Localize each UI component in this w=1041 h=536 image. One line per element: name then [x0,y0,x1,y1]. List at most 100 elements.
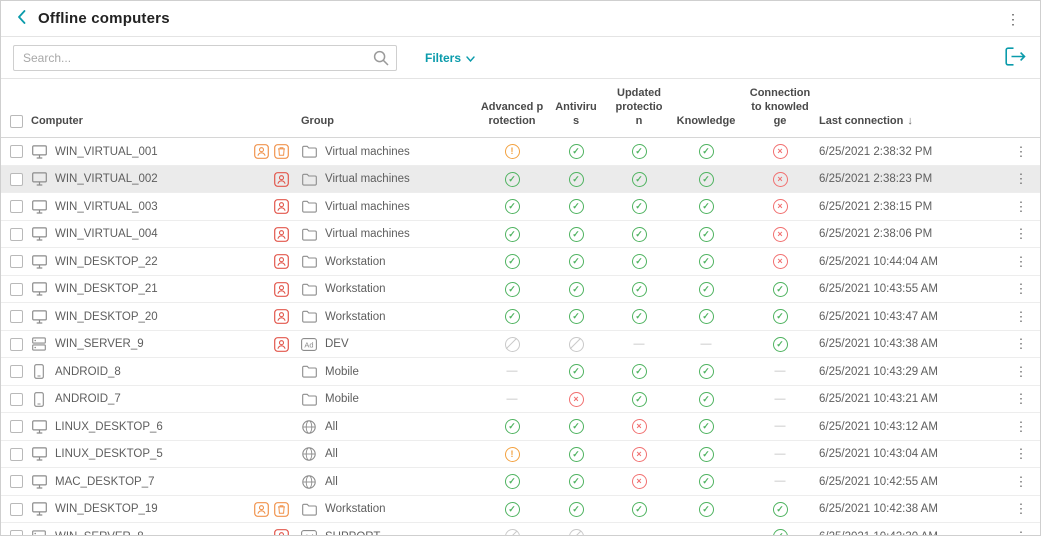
group-name: Virtual machines [325,146,410,158]
kebab-vertical-icon: ⋮ [1015,254,1028,269]
table-row[interactable]: WIN_VIRTUAL_001 Virtual machines ! ✓ ✓ ✓… [1,138,1040,166]
table-row[interactable]: WIN_DESKTOP_21 Workstation ✓ ✓ ✓ ✓ ✓ 6/2… [1,276,1040,304]
row-checkbox[interactable] [10,228,23,241]
column-header-computer[interactable]: Computer [31,115,301,129]
row-menu-button[interactable]: ⋮ [1010,389,1033,409]
row-menu-button[interactable]: ⋮ [1010,279,1033,299]
row-menu-button[interactable]: ⋮ [1010,334,1033,354]
status-ok-icon: ✓ [773,282,788,297]
group-name: DEV [325,338,349,350]
column-header-connection[interactable]: Connection to knowledge [741,87,819,128]
connection-status: — [741,476,819,487]
table-row[interactable]: WIN_VIRTUAL_003 Virtual machines ✓ ✓ ✓ ✓… [1,193,1040,221]
row-menu-button[interactable]: ⋮ [1010,527,1033,536]
antivirus-status: ✓ [545,474,607,489]
row-checkbox[interactable] [10,145,23,158]
status-none-dash: — [507,394,518,405]
row-menu-button[interactable]: ⋮ [1010,252,1033,272]
computer-name: ANDROID_7 [55,393,121,405]
connection-status: ✓ [741,502,819,517]
page-menu-button[interactable]: ⋮ [1000,10,1026,28]
badge-list [274,282,289,297]
row-menu-button[interactable]: ⋮ [1010,362,1033,382]
search-input[interactable] [13,45,397,71]
table-row[interactable]: WIN_SERVER_8 Ad SUPPORT — — ✓ 6/25/2021 … [1,523,1040,536]
table-row[interactable]: WIN_VIRTUAL_004 Virtual machines ✓ ✓ ✓ ✓… [1,221,1040,249]
row-checkbox[interactable] [10,393,23,406]
row-menu-button[interactable]: ⋮ [1010,224,1033,244]
filters-button[interactable]: Filters [425,51,475,65]
status-none-dash: — [775,421,786,432]
status-error-icon: × [632,474,647,489]
row-checkbox[interactable] [10,200,23,213]
row-checkbox[interactable] [10,475,23,488]
row-menu-button[interactable]: ⋮ [1010,444,1033,464]
table-row[interactable]: WIN_SERVER_9 Ad DEV — — ✓ 6/25/2021 10:4… [1,331,1040,359]
table-row[interactable]: LINUX_DESKTOP_5 All ! ✓ × ✓ — 6/25/2021 … [1,441,1040,469]
desktop-icon [31,145,47,159]
table-row[interactable]: WIN_VIRTUAL_002 Virtual machines ✓ ✓ ✓ ✓… [1,166,1040,194]
badge-list [274,172,289,187]
row-checkbox[interactable] [10,530,23,536]
row-checkbox[interactable] [10,503,23,516]
row-checkbox[interactable] [10,448,23,461]
column-header-updated-protection[interactable]: Updated protection [607,87,671,128]
computer-name: ANDROID_8 [55,366,121,378]
status-na-icon [505,529,520,536]
row-checkbox[interactable] [10,365,23,378]
status-none-dash: — [634,531,645,536]
sort-desc-icon[interactable]: ↓ [907,115,913,129]
knowledge-status: ✓ [671,172,741,187]
table-row[interactable]: WIN_DESKTOP_20 Workstation ✓ ✓ ✓ ✓ ✓ 6/2… [1,303,1040,331]
row-menu-button[interactable]: ⋮ [1010,197,1033,217]
export-button[interactable] [1003,45,1028,71]
group-name: Virtual machines [325,228,410,240]
status-ok-icon: ✓ [699,474,714,489]
table-row[interactable]: ANDROID_7 Mobile — × ✓ ✓ — 6/25/2021 10:… [1,386,1040,414]
user-badge-icon [274,529,289,536]
kebab-vertical-icon: ⋮ [1015,336,1028,351]
row-checkbox[interactable] [10,255,23,268]
connection-status: — [741,394,819,405]
row-menu-button[interactable]: ⋮ [1010,472,1033,492]
row-menu-button[interactable]: ⋮ [1010,142,1033,162]
row-checkbox[interactable] [10,310,23,323]
row-checkbox[interactable] [10,173,23,186]
antivirus-status: ✓ [545,502,607,517]
select-all-checkbox[interactable] [10,115,23,128]
column-header-antivirus[interactable]: Antivirus [545,101,607,129]
antivirus-status: ✓ [545,364,607,379]
row-menu-button[interactable]: ⋮ [1010,499,1033,519]
row-checkbox[interactable] [10,283,23,296]
title-bar: Offline computers ⋮ [1,1,1040,37]
row-menu-button[interactable]: ⋮ [1010,307,1033,327]
column-header-last-connection[interactable]: Last connection ↓ [819,115,1002,129]
status-ok-icon: ✓ [632,254,647,269]
row-menu-button[interactable]: ⋮ [1010,417,1033,437]
status-error-icon: × [569,392,584,407]
badge-list [254,144,289,159]
row-menu-button[interactable]: ⋮ [1010,169,1033,189]
status-ok-icon: ✓ [699,392,714,407]
status-ok-icon: ✓ [569,447,584,462]
row-checkbox[interactable] [10,338,23,351]
last-connection: 6/25/2021 10:44:04 AM [819,256,1002,268]
trash-badge-icon [274,502,289,517]
status-ok-icon: ✓ [569,172,584,187]
table-row[interactable]: MAC_DESKTOP_7 All ✓ ✓ × ✓ — 6/25/2021 10… [1,468,1040,496]
table-row[interactable]: WIN_DESKTOP_22 Workstation ✓ ✓ ✓ ✓ × 6/2… [1,248,1040,276]
row-checkbox[interactable] [10,420,23,433]
table-row[interactable]: LINUX_DESKTOP_6 All ✓ ✓ × ✓ — 6/25/2021 … [1,413,1040,441]
knowledge-status: ✓ [671,392,741,407]
column-header-advanced-protection[interactable]: Advanced protection [479,101,545,129]
updated-protection-status: ✓ [607,282,671,297]
group-name: All [325,476,338,488]
table-row[interactable]: WIN_DESKTOP_19 Workstation ✓ ✓ ✓ ✓ ✓ 6/2… [1,496,1040,524]
column-header-group[interactable]: Group [301,115,479,129]
column-header-knowledge[interactable]: Knowledge [671,115,741,129]
status-ok-icon: ✓ [699,447,714,462]
back-button[interactable] [15,8,28,29]
status-ok-icon: ✓ [632,309,647,324]
table-row[interactable]: ANDROID_8 Mobile — ✓ ✓ ✓ — 6/25/2021 10:… [1,358,1040,386]
computer-name: WIN_DESKTOP_21 [55,283,158,295]
